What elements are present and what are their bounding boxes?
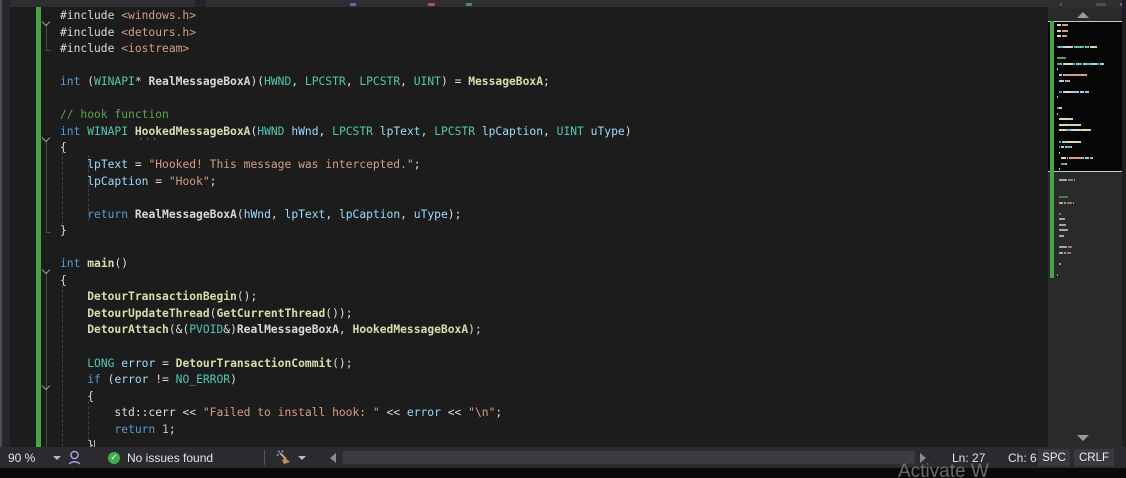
fold-chevron-icon[interactable] <box>43 266 50 273</box>
zoom-level-control[interactable]: 90 % <box>8 447 35 468</box>
code-line[interactable]: int (WINAPI* RealMessageBoxA)(HWND, LPCS… <box>60 74 550 91</box>
window-edge-highlight <box>0 0 2 478</box>
broom-icon <box>276 450 290 464</box>
toolbar-icon-fragment <box>1060 3 1062 6</box>
scroll-down-arrow-icon[interactable] <box>1077 435 1089 441</box>
fold-scope-corner <box>46 232 51 234</box>
window-left-edge <box>0 0 10 478</box>
code-area[interactable]: #include <windows.h> #include <detours.h>… <box>60 8 1046 447</box>
toolbar-icon-fragment <box>1096 3 1106 6</box>
code-line[interactable]: { <box>60 140 67 157</box>
minimap-change-bar <box>1050 21 1054 278</box>
minimap-viewport[interactable] <box>1048 21 1122 172</box>
horizontal-scrollbar[interactable] <box>342 449 916 466</box>
code-line[interactable]: // hook function <box>60 107 169 124</box>
toolbar-divider <box>195 0 206 7</box>
code-cleanup-button[interactable] <box>276 447 292 468</box>
fold-scope-corner <box>46 50 51 52</box>
suggestion-dots: ··· <box>138 135 159 145</box>
code-line[interactable]: } <box>60 223 67 240</box>
spaces-toggle[interactable]: SPC <box>1038 449 1070 466</box>
horizontal-scrollbar-thumb[interactable] <box>343 451 915 464</box>
spaces-toggle-label: SPC <box>1042 451 1066 464</box>
fold-scope-line <box>46 140 47 233</box>
code-line[interactable]: #include <detours.h> <box>60 25 196 42</box>
toolbar-icon-fragment <box>350 3 356 6</box>
line-ending-toggle-label: CRLF <box>1078 451 1110 464</box>
fold-chevron-icon[interactable] <box>43 134 50 141</box>
zoom-dropdown-chevron-icon[interactable] <box>53 447 61 468</box>
code-line[interactable]: DetourAttach(&(PVOID&)RealMessageBoxA, H… <box>60 322 482 339</box>
code-line[interactable]: { <box>60 389 94 406</box>
intellicode-icon[interactable] <box>68 447 81 468</box>
minimap-scrollbar[interactable] <box>1048 7 1122 447</box>
activate-windows-watermark: Activate W <box>898 461 989 478</box>
code-line[interactable]: LONG error = DetourTransactionCommit(); <box>60 356 352 373</box>
fold-chevron-icon[interactable] <box>43 382 50 389</box>
code-line[interactable]: #include <windows.h> <box>60 8 196 25</box>
window-right-edge <box>1122 0 1126 478</box>
line-ending-toggle[interactable]: CRLF <box>1074 449 1114 466</box>
text-cursor <box>94 440 95 447</box>
toolbar-icon-fragment <box>428 3 435 6</box>
fold-scope-line <box>46 272 47 447</box>
fold-chevron-icon[interactable] <box>43 18 50 25</box>
code-line[interactable]: DetourUpdateThread(GetCurrentThread()); <box>60 306 352 323</box>
document-health-indicator[interactable]: ✓ No issues found <box>108 447 213 468</box>
change-tracking-bar <box>36 7 41 447</box>
code-line[interactable]: if (error != NO_ERROR) <box>60 372 237 389</box>
toolbar-edge <box>10 0 1126 7</box>
column-indicator-label: Ch: 6 <box>1008 450 1037 465</box>
code-line[interactable]: lpText = "Hooked! This message was inter… <box>60 157 420 174</box>
check-circle-icon: ✓ <box>108 451 120 464</box>
scroll-up-arrow-icon[interactable] <box>1077 12 1089 18</box>
vs-editor-window: #include <windows.h> #include <detours.h>… <box>0 0 1126 478</box>
code-line[interactable]: { <box>60 273 67 290</box>
code-line[interactable]: return 1; <box>60 422 175 439</box>
code-line[interactable]: #include <iostream> <box>60 41 189 58</box>
health-status-text: No issues found <box>127 450 214 465</box>
code-line[interactable]: std::cerr << "Failed to install hook: " … <box>60 405 502 422</box>
code-line[interactable]: int main() <box>60 256 128 273</box>
column-indicator[interactable]: Ch: 6 <box>1008 447 1037 468</box>
code-editor[interactable]: #include <windows.h> #include <detours.h>… <box>10 7 1046 447</box>
fold-scope-line <box>46 24 47 51</box>
code-cleanup-dropdown-chevron-icon[interactable] <box>298 447 306 468</box>
code-line[interactable]: DetourTransactionBegin(); <box>60 289 257 306</box>
toolbar-icon-fragment <box>466 3 472 6</box>
code-line[interactable]: return RealMessageBoxA(hWnd, lpText, lpC… <box>60 207 461 224</box>
code-line[interactable]: } <box>60 438 94 447</box>
zoom-level-label: 90 % <box>8 450 36 465</box>
status-divider <box>264 450 265 465</box>
hscroll-left-arrow-icon[interactable] <box>330 447 336 468</box>
code-line[interactable]: lpCaption = "Hook"; <box>60 174 216 191</box>
